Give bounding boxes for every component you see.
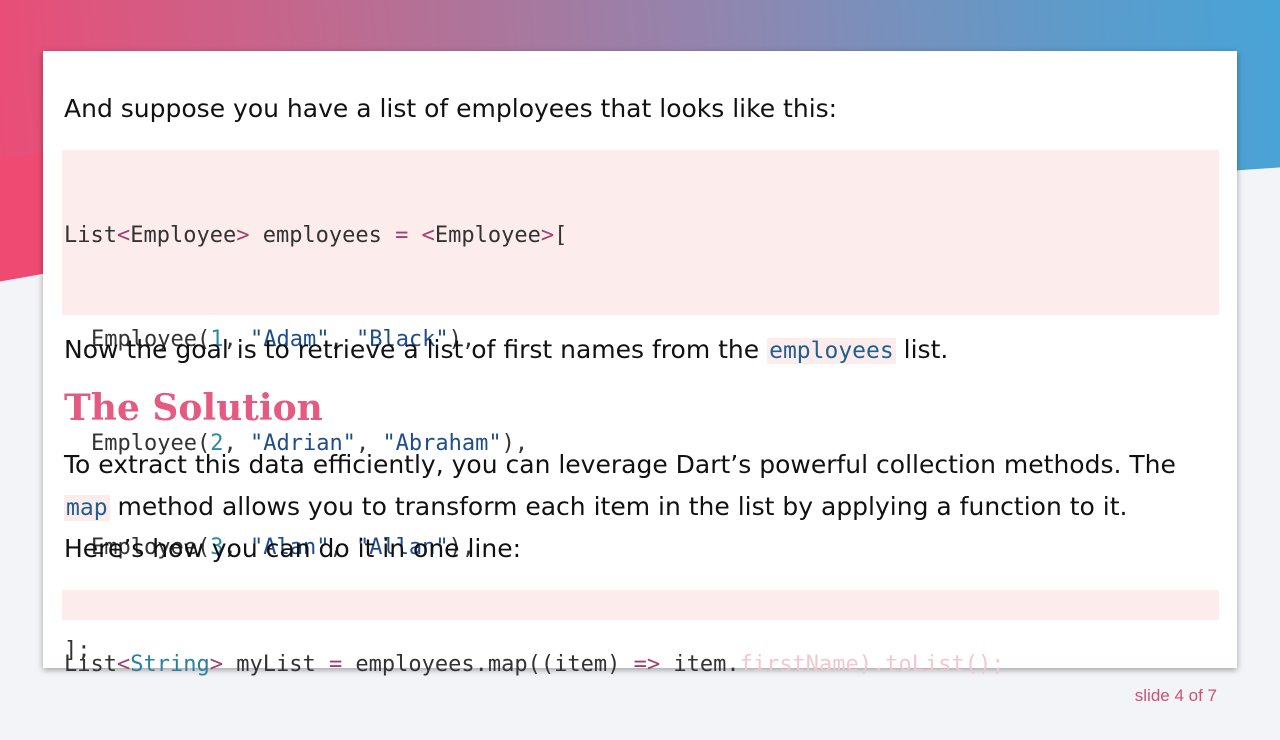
- solution-paragraph-line-2: map method allows you to transform each …: [64, 492, 1128, 521]
- inline-code-employees: employees: [767, 338, 896, 364]
- map-code-block: List<String> myList = employees.map((ite…: [62, 590, 1219, 677]
- solution-paragraph-line-1: To extract this data efficiently, you ca…: [64, 450, 1176, 479]
- slide-counter: slide 4 of 7: [1134, 686, 1217, 705]
- slide-card: And suppose you have a list of employees…: [43, 51, 1237, 677]
- solution-paragraph-line-3: Here’s how you can do it in one line:: [64, 534, 522, 563]
- employee-list-code-block: List<Employee> employees = <Employee>[ E…: [62, 150, 1219, 663]
- inline-code-map: map: [64, 495, 110, 521]
- code-line: List<Employee> employees = <Employee>[: [64, 223, 568, 249]
- goal-paragraph: Now the goal is to retrieve a list of fi…: [64, 335, 949, 364]
- faded-code-text: firstName).toList();: [739, 652, 1005, 677]
- intro-paragraph: And suppose you have a list of employees…: [64, 94, 838, 123]
- code-line: List<String> myList = employees.map((ite…: [64, 652, 1005, 677]
- solution-heading: The Solution: [64, 387, 323, 429]
